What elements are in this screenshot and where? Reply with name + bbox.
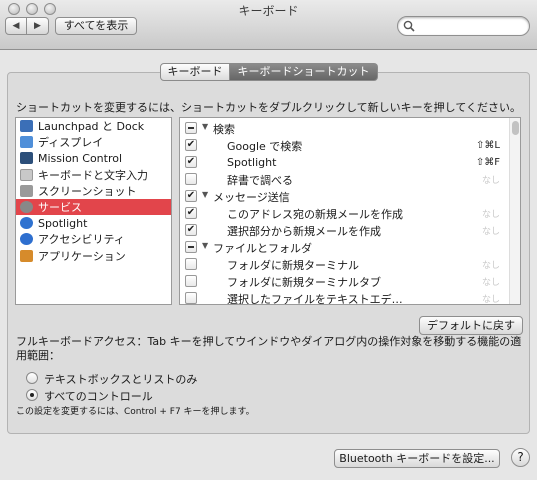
- shortcut-key[interactable]: なし: [482, 173, 500, 186]
- restore-defaults-button[interactable]: デフォルトに戻す: [419, 316, 523, 335]
- tab-bar: キーボード キーボードショートカット: [160, 63, 378, 81]
- shortcut-checkbox[interactable]: [185, 292, 197, 304]
- shortcut-row[interactable]: フォルダに新規ターミナルタブ なし: [180, 273, 510, 290]
- category-label: ディスプレイ: [38, 136, 104, 150]
- toolbar: キーボード ◀ ▶ すべてを表示: [0, 0, 537, 50]
- services-gear-icon: [20, 201, 33, 214]
- category-label: スクリーンショット: [38, 184, 137, 198]
- shortcut-row[interactable]: ✔ Google で検索 ⇧⌘L: [180, 137, 510, 154]
- category-label: キーボードと文字入力: [38, 168, 148, 182]
- tab-keyboard-shortcuts[interactable]: キーボードショートカット: [230, 63, 378, 81]
- shortcut-checkbox[interactable]: ✔: [185, 224, 197, 236]
- shortcut-label: フォルダに新規ターミナル: [227, 258, 359, 272]
- accessibility-icon: [20, 233, 33, 246]
- shortcut-checkbox[interactable]: [185, 173, 197, 185]
- shortcut-row[interactable]: ✔ Spotlight ⇧⌘F: [180, 154, 510, 171]
- group-checkbox[interactable]: ✔: [185, 190, 197, 202]
- shortcut-checkbox[interactable]: [185, 275, 197, 287]
- category-item-display[interactable]: ディスプレイ: [16, 134, 171, 150]
- category-item-launchpad-dock[interactable]: Launchpad と Dock: [16, 118, 171, 134]
- shortcut-group-search[interactable]: ▼ 検索: [180, 120, 510, 137]
- category-item-mission-control[interactable]: Mission Control: [16, 150, 171, 166]
- forward-button[interactable]: ▶: [27, 17, 49, 35]
- tab-keyboard[interactable]: キーボード: [160, 63, 230, 81]
- shortcut-checkbox[interactable]: [185, 258, 197, 270]
- shortcut-key[interactable]: ⇧⌘F: [476, 157, 500, 168]
- shortcut-key[interactable]: なし: [482, 224, 500, 237]
- radio-label[interactable]: テキストボックスとリストのみ: [44, 371, 197, 387]
- category-item-keyboard-input[interactable]: キーボードと文字入力: [16, 167, 171, 183]
- help-icon[interactable]: ?: [511, 448, 530, 467]
- shortcut-checkbox[interactable]: ✔: [185, 156, 197, 168]
- shortcut-row[interactable]: フォルダに新規ターミナル なし: [180, 256, 510, 273]
- shortcut-key[interactable]: なし: [482, 292, 500, 304]
- category-label: Launchpad と Dock: [38, 120, 145, 134]
- shortcut-row[interactable]: 選択したファイルをテキストエデ… なし: [180, 290, 510, 305]
- shortcut-group-messaging[interactable]: ✔ ▼ メッセージ送信: [180, 188, 510, 205]
- group-checkbox[interactable]: [185, 122, 197, 134]
- group-label: メッセージ送信: [213, 190, 290, 204]
- scrollbar-thumb[interactable]: [512, 121, 519, 135]
- radio-label[interactable]: すべてのコントロール: [44, 388, 153, 404]
- spotlight-icon: [20, 217, 33, 230]
- show-all-button[interactable]: すべてを表示: [55, 17, 137, 35]
- disclosure-triangle-icon[interactable]: ▼: [202, 190, 208, 199]
- shortcut-key[interactable]: なし: [482, 207, 500, 220]
- shortcut-row[interactable]: ✔ このアドレス宛の新規メールを作成 なし: [180, 205, 510, 222]
- shortcut-row[interactable]: ✔ 選択部分から新規メールを作成 なし: [180, 222, 510, 239]
- setup-bluetooth-keyboard-button[interactable]: Bluetooth キーボードを設定...: [334, 449, 500, 468]
- back-button[interactable]: ◀: [5, 17, 27, 35]
- shortcut-label: 選択部分から新規メールを作成: [227, 224, 381, 238]
- search-field[interactable]: [397, 16, 530, 36]
- shortcut-list-scrollbar[interactable]: [509, 118, 520, 304]
- shortcut-key[interactable]: ⇧⌘L: [476, 140, 500, 151]
- disclosure-triangle-icon[interactable]: ▼: [202, 122, 208, 131]
- navigation-buttons: ◀ ▶: [5, 17, 49, 35]
- screenshot-icon: [20, 184, 33, 197]
- category-item-spotlight[interactable]: Spotlight: [16, 215, 171, 231]
- radio-all-controls[interactable]: [26, 389, 38, 401]
- shortcut-list: ▼ 検索 ✔ Google で検索 ⇧⌘L ✔ Spotlight ⇧⌘F 辞書…: [179, 117, 521, 305]
- shortcut-group-files-folders[interactable]: ▼ ファイルとフォルダ: [180, 239, 510, 256]
- forward-arrow-icon: ▶: [34, 21, 41, 31]
- shortcut-checkbox[interactable]: ✔: [185, 139, 197, 151]
- category-label: サービス: [38, 201, 82, 215]
- group-label: 検索: [213, 122, 235, 136]
- preferences-window: キーボード ◀ ▶ すべてを表示 キーボード キーボードショートカット ショート…: [0, 0, 537, 480]
- category-label: Mission Control: [38, 151, 123, 165]
- mission-control-icon: [20, 152, 33, 165]
- shortcut-note: この設定を変更するには、Control + F7 キーを押します。: [16, 407, 255, 417]
- shortcut-label: Google で検索: [227, 139, 303, 153]
- shortcut-key[interactable]: なし: [482, 275, 500, 288]
- display-icon: [20, 136, 33, 149]
- disclosure-triangle-icon[interactable]: ▼: [202, 241, 208, 250]
- category-label: Spotlight: [38, 216, 88, 230]
- shortcut-label: 選択したファイルをテキストエデ…: [227, 292, 403, 305]
- category-item-services[interactable]: サービス: [16, 198, 171, 216]
- instruction-text: ショートカットを変更するには、ショートカットをダブルクリックして新しいキーを押し…: [16, 101, 522, 114]
- category-label: アプリケーション: [38, 249, 126, 263]
- category-label: アクセシビリティ: [38, 233, 125, 247]
- group-label: ファイルとフォルダ: [213, 241, 312, 255]
- category-list: Launchpad と Dock ディスプレイ Mission Control …: [15, 117, 172, 305]
- shortcut-label: フォルダに新規ターミナルタブ: [227, 275, 381, 289]
- search-icon: [403, 20, 415, 32]
- shortcut-label: 辞書で調べる: [227, 173, 293, 187]
- shortcut-label: このアドレス宛の新規メールを作成: [227, 207, 403, 221]
- group-checkbox[interactable]: [185, 241, 197, 253]
- category-item-screenshot[interactable]: スクリーンショット: [16, 183, 171, 199]
- shortcut-checkbox[interactable]: ✔: [185, 207, 197, 219]
- shortcut-key[interactable]: なし: [482, 258, 500, 271]
- radio-text-boxes-lists[interactable]: [26, 372, 38, 384]
- back-arrow-icon: ◀: [12, 21, 20, 31]
- shortcut-row[interactable]: 辞書で調べる なし: [180, 171, 510, 188]
- applications-icon: [20, 249, 33, 262]
- category-item-applications[interactable]: アプリケーション: [16, 248, 171, 264]
- keyboard-icon: [20, 168, 33, 181]
- full-keyboard-access-label: フルキーボードアクセス：Tab キーを押してウインドウやダイアログ内の操作対象を…: [16, 335, 522, 362]
- shortcut-label: Spotlight: [227, 156, 277, 169]
- launchpad-icon: [20, 120, 33, 133]
- category-item-accessibility[interactable]: アクセシビリティ: [16, 231, 171, 247]
